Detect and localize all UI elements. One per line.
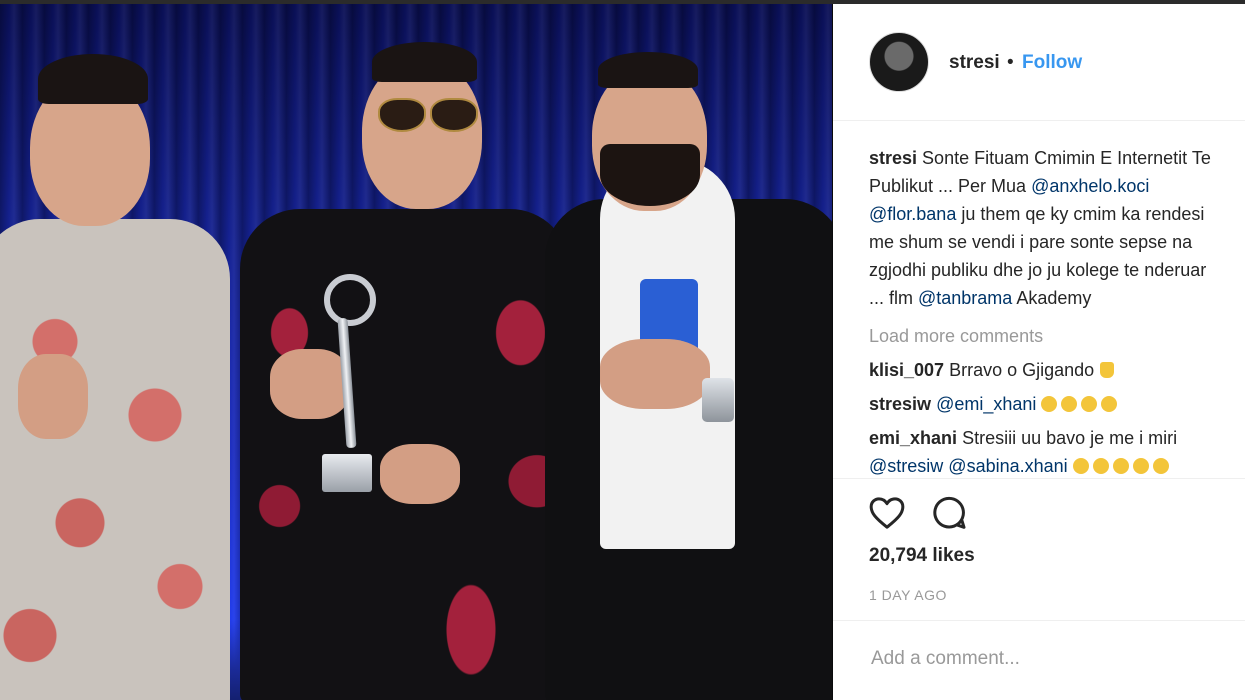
wristwatch [702, 378, 734, 422]
face-emoji-icon [1041, 396, 1058, 412]
post-header: stresi • Follow [833, 4, 1245, 121]
post-timestamp[interactable]: 1 DAY AGO [869, 587, 947, 603]
header-separator: • [1007, 52, 1014, 73]
trophy-emoji-icon [1100, 362, 1115, 378]
caption: stresi Sonte Fituam Cmimin E Internetit … [869, 144, 1245, 312]
caption-text: zgjodhi publiku dhe jo ju kolege te nder… [869, 260, 1207, 280]
hand-gesture-left [18, 354, 88, 439]
post-side-panel: stresi • Follow stresi Sonte Fituam Cmim… [833, 4, 1245, 700]
trophy [318, 274, 376, 496]
comment-text: Brravo o Gjigando [949, 360, 1095, 380]
comment-mention[interactable]: @stresiw [869, 456, 943, 476]
caption-text: Publikut ... Per Mua [869, 176, 1032, 196]
caption-text: ... flm [869, 288, 918, 308]
caption-mention[interactable]: @anxhelo.koci [1031, 176, 1149, 196]
caption-text: me shum se vendi i pare sonte sepse na [869, 232, 1193, 252]
face-emoji-icon [1101, 396, 1118, 412]
comment-mention[interactable]: @sabina.xhani [948, 456, 1067, 476]
emoji-group [1041, 394, 1121, 414]
comment-item: stresiw @emi_xhani [869, 390, 1245, 418]
avatar[interactable] [869, 32, 929, 92]
hair-right [598, 52, 698, 88]
hair-left [38, 54, 148, 104]
sunglasses [378, 98, 478, 132]
hand-middle-right [380, 444, 460, 504]
comment-username[interactable]: klisi_007 [869, 360, 944, 380]
header-username[interactable]: stresi [949, 52, 1000, 74]
caption-username[interactable]: stresi [869, 148, 917, 168]
caption-text: Sonte Fituam Cmimin E Internetit Te [917, 148, 1211, 168]
face-emoji-icon [1061, 396, 1078, 412]
comment-item: klisi_007 Brravo o Gjigando [869, 356, 1245, 384]
follow-button[interactable]: Follow [1022, 52, 1082, 74]
peace-sign-hand [600, 339, 710, 409]
face-emoji-icon [1112, 458, 1129, 474]
comment-username[interactable]: emi_xhani [869, 428, 957, 448]
beard [600, 144, 700, 206]
add-comment-section [833, 620, 1245, 700]
comment-mention[interactable]: @emi_xhani [936, 394, 1036, 414]
printed-sweater [0, 219, 230, 700]
face-emoji-icon [1132, 458, 1149, 474]
caption-mention[interactable]: @flor.bana [869, 204, 956, 224]
comment-username[interactable]: stresiw [869, 394, 931, 414]
caption-text: Akademy [1012, 288, 1092, 308]
likes-count[interactable]: 20,794 likes [869, 545, 975, 567]
comment-text: Stresiii uu bavo je me i miri [962, 428, 1178, 448]
face-emoji-icon [1092, 458, 1109, 474]
add-comment-input[interactable] [869, 643, 1213, 675]
face-emoji-icon [1081, 396, 1098, 412]
face-emoji-icon [1072, 458, 1089, 474]
comment-bubble-icon[interactable] [929, 493, 969, 533]
hair-middle [372, 42, 477, 82]
heart-icon[interactable] [867, 493, 907, 533]
face-emoji-icon [1152, 458, 1169, 474]
caption-mention[interactable]: @tanbrama [918, 288, 1012, 308]
comment-item-continued: @stresiw @sabina.xhani [869, 452, 1245, 480]
load-more-comments-button[interactable]: Load more comments [869, 322, 1245, 350]
comments-section[interactable]: stresi Sonte Fituam Cmimin E Internetit … [869, 144, 1245, 482]
comment-item: emi_xhani Stresiii uu bavo je me i miri [869, 424, 1245, 452]
caption-text: ju them qe ky cmim ka rendesi [956, 204, 1205, 224]
post-actions: 20,794 likes 1 DAY AGO [833, 478, 1245, 627]
post-photo[interactable] [0, 4, 832, 700]
